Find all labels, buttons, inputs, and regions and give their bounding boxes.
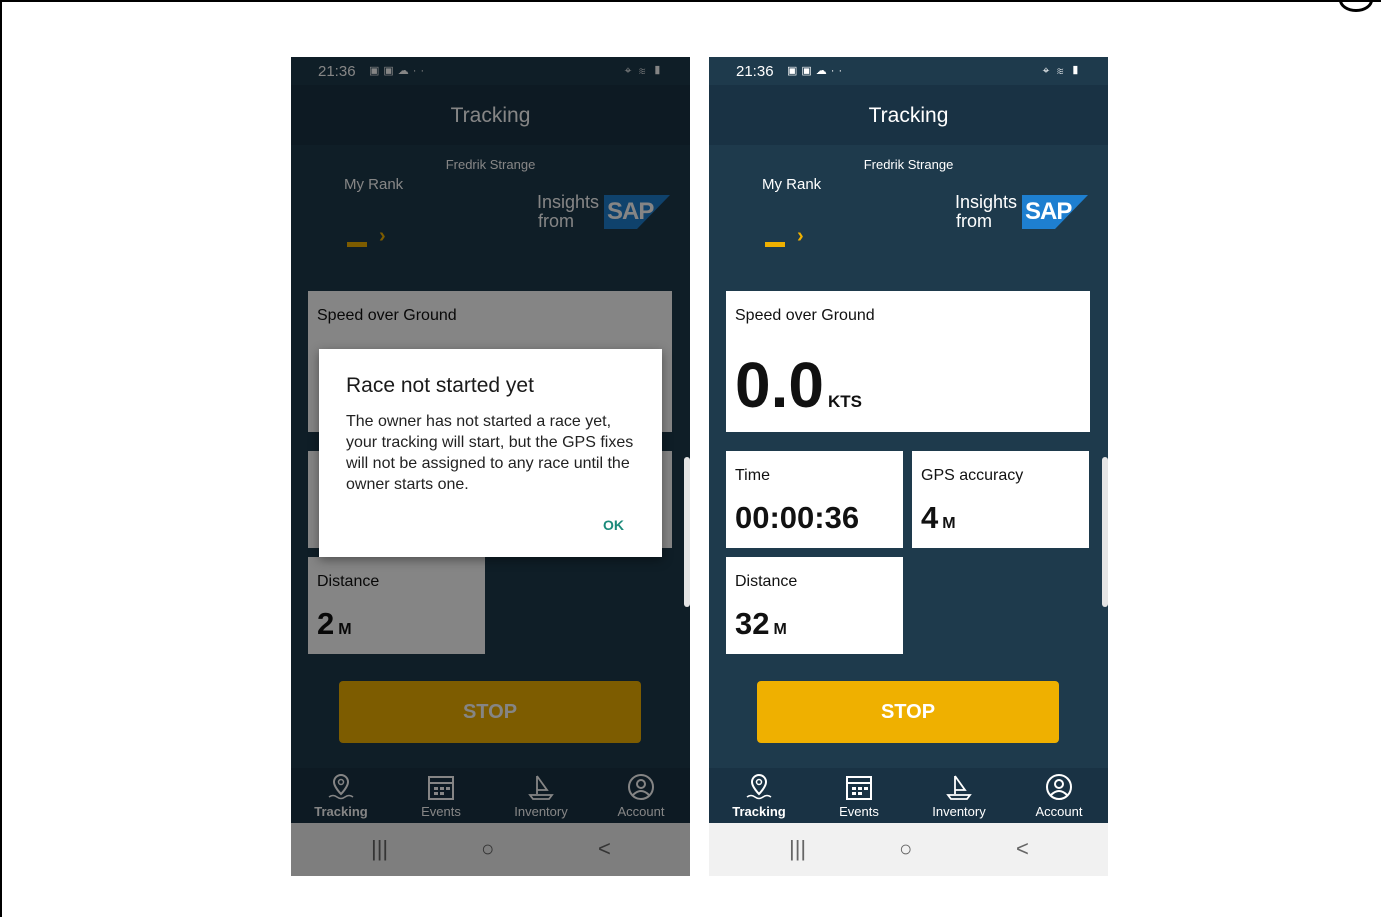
dialog-message: The owner has not started a race yet, yo… [346, 413, 634, 493]
page-title: Tracking [868, 104, 949, 127]
calendar-icon [846, 776, 872, 800]
edge-panel-handle[interactable] [684, 457, 690, 607]
status-time: 21:36 [736, 63, 774, 80]
gps-accuracy-value-row: 4M [921, 500, 956, 536]
bottom-nav: Tracking Events Inventory Account [709, 768, 1108, 823]
corner-mark-icon [1339, 0, 1373, 12]
from-line: from [956, 211, 992, 231]
distance-card: Distance 32 M [726, 557, 903, 654]
rank-value-dash [765, 242, 785, 247]
nav-item-events[interactable]: Events [809, 768, 909, 823]
gps-accuracy-label: GPS accuracy [921, 467, 1024, 484]
dialog-title: Race not started yet [346, 374, 534, 397]
time-value: 00:00:36 [735, 500, 860, 535]
nav-item-inventory[interactable]: Inventory [909, 768, 1009, 823]
distance-value-row: 32 M [735, 606, 787, 642]
distance-value: 32 [735, 606, 770, 641]
account-icon [1046, 774, 1072, 800]
rank-chevron-icon[interactable]: › [797, 225, 804, 248]
rank-panel: Fredrik Strange My Rank › Insights from … [709, 145, 1108, 290]
edge-panel-handle[interactable] [1102, 457, 1108, 607]
dialog-ok-button[interactable]: OK [603, 517, 624, 533]
sailor-name: Fredrik Strange [863, 157, 954, 172]
notification-icons: ▣▣☁·· [787, 65, 847, 77]
stop-button[interactable]: STOP [757, 681, 1059, 743]
time-label: Time [735, 467, 770, 484]
gps-accuracy-unit: M [942, 515, 956, 532]
gps-accuracy-value: 4 [921, 500, 939, 535]
insights-from-text: Insights from [955, 193, 1017, 231]
nav-label: Tracking [732, 804, 786, 819]
system-nav-bar: ||| ○ < [709, 823, 1108, 876]
boat-icon [946, 775, 972, 800]
speed-value-row: 0.0 KTS [735, 348, 862, 422]
phone-right: 21:36 ▣▣☁·· ⌖ ≋ ▮ Tracking Fredrik Stran… [709, 57, 1108, 876]
speed-card: Speed over Ground 0.0 KTS [726, 291, 1090, 432]
system-status-icons: ⌖ ≋ ▮ [1042, 63, 1082, 77]
title-bar: Tracking [709, 85, 1108, 145]
speed-label: Speed over Ground [735, 307, 875, 324]
nav-item-account[interactable]: Account [1009, 768, 1108, 823]
sap-logo-icon: SAP [1022, 195, 1088, 229]
nav-item-tracking[interactable]: Tracking [709, 768, 809, 823]
phone-left: 21:36 ▣▣☁·· ⌖ ≋ ▮ Tracking Fredrik Stran… [291, 57, 690, 876]
time-card: Time 00:00:36 [726, 451, 903, 548]
screenshot-frame [0, 0, 1381, 917]
nav-label: Account [1035, 804, 1083, 819]
insights-line: Insights [955, 192, 1018, 212]
distance-unit: M [773, 621, 787, 638]
status-bar: 21:36 ▣▣☁·· ⌖ ≋ ▮ [709, 57, 1108, 85]
race-not-started-dialog: Race not started yet The owner has not s… [319, 349, 662, 557]
speed-value: 0.0 [735, 349, 824, 421]
home-icon[interactable]: ○ [899, 836, 912, 862]
back-icon[interactable]: < [1016, 836, 1029, 862]
speed-unit: KTS [827, 392, 862, 411]
my-rank-label: My Rank [762, 176, 822, 193]
nav-label: Events [839, 804, 879, 819]
distance-label: Distance [735, 573, 798, 590]
gps-accuracy-card: GPS accuracy 4M [912, 451, 1089, 548]
nav-label: Inventory [932, 804, 986, 819]
recents-icon[interactable]: ||| [789, 836, 806, 862]
location-pin-icon [746, 773, 772, 800]
